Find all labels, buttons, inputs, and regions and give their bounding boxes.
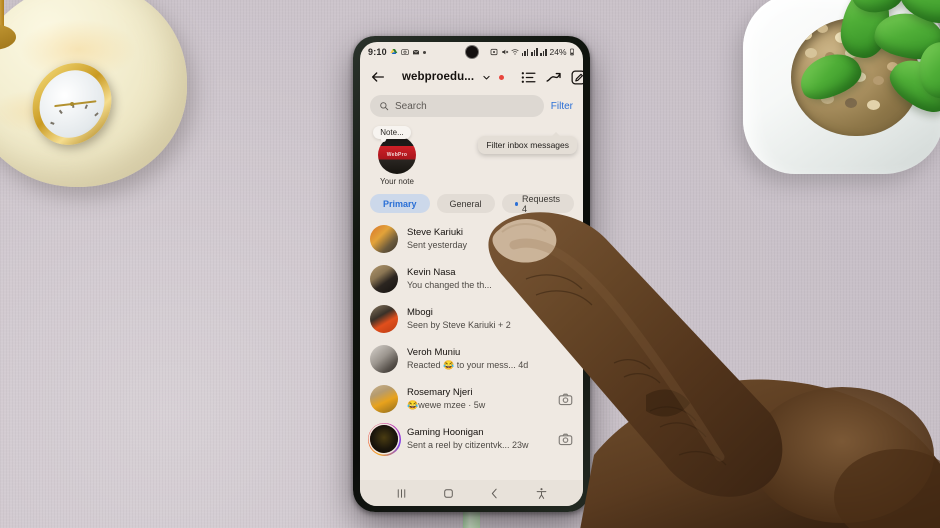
note-bubble[interactable]: Note... — [373, 126, 411, 142]
search-row: Search Filter — [360, 92, 583, 122]
avatar[interactable] — [370, 225, 398, 253]
status-dot-icon — [422, 50, 426, 54]
conversation-name: Mbogi — [407, 306, 433, 318]
tab-general[interactable]: General — [436, 194, 495, 213]
data-icon — [530, 48, 538, 56]
signal-icon — [521, 48, 529, 56]
filter-tooltip: Filter inbox messages — [478, 132, 577, 154]
search-input[interactable]: Search — [370, 95, 544, 117]
conversation-preview: Reacted 😂 to your mess... 4d — [407, 360, 529, 371]
camera-icon[interactable] — [558, 272, 573, 287]
avatar[interactable] — [370, 345, 398, 373]
desk-clock — [0, 0, 222, 212]
list-item[interactable]: Rosemary Njeri 😂wewe mzee · 5w — [360, 379, 583, 419]
avatar[interactable] — [370, 265, 398, 293]
mute-icon — [501, 49, 508, 55]
wifi-icon — [511, 49, 519, 55]
list-item[interactable]: Kevin Nasa You changed the th... — [360, 259, 583, 299]
gmail-icon — [412, 49, 420, 55]
unread-dot-icon — [499, 74, 505, 80]
battery-percent: 24% — [549, 47, 567, 57]
conversation-preview: Sent a reel by citizentvk... 23w — [407, 440, 529, 451]
status-bar: 9:10 24% — [360, 42, 583, 62]
phone-screen: 9:10 24% webproedu... Search Filter Filt… — [360, 42, 583, 506]
camera-app-icon — [401, 49, 409, 55]
note-label: Your note — [380, 177, 414, 186]
drive-icon — [390, 49, 398, 54]
camera-icon[interactable] — [558, 392, 573, 407]
avatar[interactable] — [367, 422, 401, 456]
note-avatar-text: WebPro — [386, 152, 408, 158]
list-item[interactable]: Mbogi Seen by Steve Kariuki + 2 — [360, 299, 583, 339]
requests-dot-icon — [514, 201, 518, 206]
battery-icon — [570, 48, 574, 56]
camera-icon[interactable] — [558, 432, 573, 447]
search-icon — [380, 102, 389, 111]
conversation-preview: Sent yesterday — [407, 240, 468, 251]
recents-icon[interactable] — [395, 487, 408, 500]
tab-requests[interactable]: Requests 4 — [501, 193, 574, 214]
avatar[interactable] — [370, 305, 398, 333]
accessibility-icon[interactable] — [535, 487, 548, 500]
back-arrow-icon[interactable] — [370, 69, 386, 85]
clock-dial — [36, 64, 108, 144]
inbox-tabs: Primary General Requests 4 — [360, 188, 583, 219]
list-item[interactable]: Gaming Hoonigan Sent a reel by citizentv… — [360, 419, 583, 459]
conversation-preview: Seen by Steve Kariuki + 2 — [407, 320, 511, 331]
avatar[interactable] — [370, 385, 398, 413]
conversation-name: Gaming Hoonigan — [407, 426, 484, 438]
search-placeholder: Search — [395, 100, 427, 112]
conversation-name: Rosemary Njeri — [407, 386, 473, 398]
tab-requests-label: Requests 4 — [521, 193, 560, 214]
trending-up-icon[interactable] — [545, 69, 562, 86]
conversation-name: Veroh Muniu — [407, 346, 461, 358]
tab-primary[interactable]: Primary — [370, 194, 430, 213]
account-username[interactable]: webproedu... — [402, 71, 474, 83]
your-note-item[interactable]: Note... WebPro Your note — [370, 126, 424, 186]
conversation-preview: 😂wewe mzee · 5w — [407, 400, 486, 411]
list-item[interactable]: Steve Kariuki Sent yesterday — [360, 219, 583, 259]
notes-row: Note... WebPro Your note — [360, 122, 583, 188]
list-item[interactable]: Veroh Muniu Reacted 😂 to your mess... 4d — [360, 339, 583, 379]
message-list: Steve Kariuki Sent yesterday Kevin Nasa … — [360, 219, 583, 461]
conversation-name: Steve Kariuki — [407, 226, 463, 238]
conversation-preview: You changed the th... — [407, 280, 492, 291]
smartphone: 9:10 24% webproedu... Search Filter Filt… — [353, 36, 590, 512]
clock-minute-hand — [71, 100, 97, 105]
potted-succulent — [743, 0, 940, 189]
tab-primary-label: Primary — [383, 198, 417, 209]
filter-button[interactable]: Filter — [551, 101, 573, 112]
chevron-down-icon[interactable] — [482, 73, 491, 82]
tab-general-label: General — [449, 198, 482, 209]
app-header: webproedu... — [360, 62, 583, 92]
system-nav-bar — [360, 480, 583, 506]
back-icon[interactable] — [488, 487, 501, 500]
conversation-name: Kevin Nasa — [407, 266, 456, 278]
signal2-icon — [540, 48, 547, 56]
front-camera-punchhole — [465, 46, 478, 58]
home-icon[interactable] — [442, 487, 455, 500]
camera-icon[interactable] — [558, 232, 573, 247]
status-time: 9:10 — [368, 47, 387, 57]
list-icon[interactable] — [520, 69, 537, 86]
compose-icon[interactable] — [570, 69, 583, 86]
alarm-icon — [490, 48, 498, 56]
